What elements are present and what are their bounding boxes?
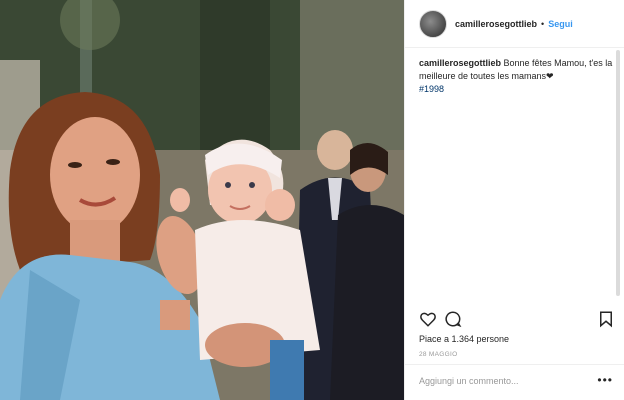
action-bar	[419, 310, 615, 330]
likes-count[interactable]: Piace a 1.364 persone	[419, 334, 509, 344]
header-separator: •	[541, 18, 545, 29]
comment-bar: Aggiungi un commento... •••	[405, 364, 624, 400]
header-username[interactable]: camillerosegottlieb	[455, 19, 537, 29]
avatar[interactable]	[419, 9, 447, 38]
bookmark-icon[interactable]	[597, 310, 615, 328]
post-photo[interactable]	[0, 0, 404, 400]
photo-illustration	[0, 0, 404, 400]
comment-input[interactable]: Aggiungi un commento...	[419, 376, 519, 386]
more-options-icon[interactable]: •••	[597, 373, 613, 387]
post-sidebar: camillerosegottlieb • Segui camilleroseg…	[404, 0, 624, 400]
heart-icon[interactable]	[419, 310, 437, 328]
caption-hashtag[interactable]: #1998	[419, 83, 615, 96]
comment-icon[interactable]	[444, 310, 462, 328]
post-header: camillerosegottlieb • Segui	[405, 0, 624, 48]
instagram-post: camillerosegottlieb • Segui camilleroseg…	[0, 0, 624, 400]
caption-scrollbar[interactable]	[614, 48, 622, 300]
caption-username[interactable]: camillerosegottlieb	[419, 58, 501, 68]
scroll-thumb[interactable]	[616, 50, 620, 296]
follow-button[interactable]: Segui	[548, 19, 573, 29]
post-date: 28 MAGGIO	[419, 351, 458, 358]
post-caption: camillerosegottlieb Bonne fêtes Mamou, t…	[419, 57, 615, 96]
